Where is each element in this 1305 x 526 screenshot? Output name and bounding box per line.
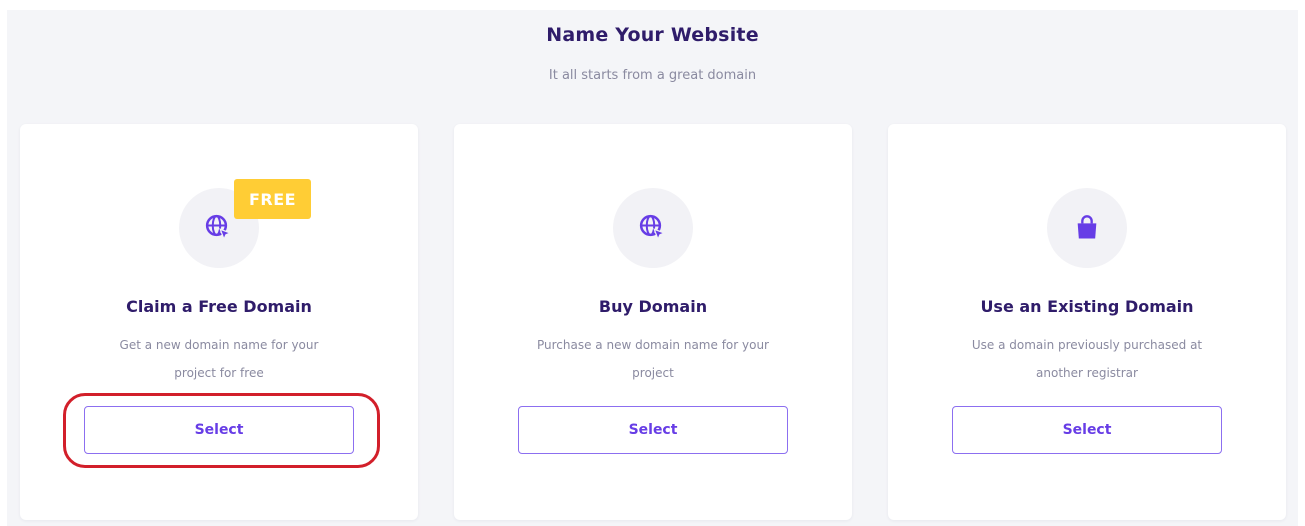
- card-title: Use an Existing Domain: [980, 297, 1194, 316]
- card-description-line: Use a domain previously purchased at: [971, 338, 1203, 352]
- icon-circle: [1047, 188, 1127, 268]
- select-free-domain-button[interactable]: Select: [84, 406, 354, 454]
- card-description-line: project for free: [174, 366, 264, 380]
- card-description: Use a domain previously purchased at ano…: [958, 331, 1216, 387]
- card-title: Claim a Free Domain: [126, 297, 312, 316]
- page-subtitle: It all starts from a great domain: [548, 68, 757, 83]
- icon-circle: [613, 188, 693, 268]
- select-existing-domain-button[interactable]: Select: [952, 406, 1222, 454]
- card-title: Buy Domain: [598, 297, 708, 316]
- select-buy-domain-button[interactable]: Select: [518, 406, 788, 454]
- card-description-line: another registrar: [1036, 366, 1138, 380]
- card-description-line: Purchase a new domain name for your: [537, 338, 769, 352]
- page-title: Name Your Website: [546, 24, 759, 46]
- card-description-line: project: [632, 366, 674, 380]
- existing-domain-card: Use an Existing Domain Use a domain prev…: [888, 124, 1286, 520]
- free-badge: FREE: [234, 179, 311, 219]
- card-description-line: Get a new domain name for your: [119, 338, 319, 352]
- claim-free-domain-card: FREE Claim a Free Domain Get a new domai…: [20, 124, 418, 520]
- domain-selection-page: Name Your Website It all starts from a g…: [7, 10, 1298, 526]
- card-description: Purchase a new domain name for your proj…: [524, 331, 782, 387]
- globe-cursor-icon: [639, 214, 666, 241]
- shopping-bag-icon: [1077, 215, 1097, 239]
- buy-domain-card: Buy Domain Purchase a new domain name fo…: [454, 124, 852, 520]
- globe-cursor-icon: [205, 214, 232, 241]
- card-description: Get a new domain name for your project f…: [90, 331, 348, 387]
